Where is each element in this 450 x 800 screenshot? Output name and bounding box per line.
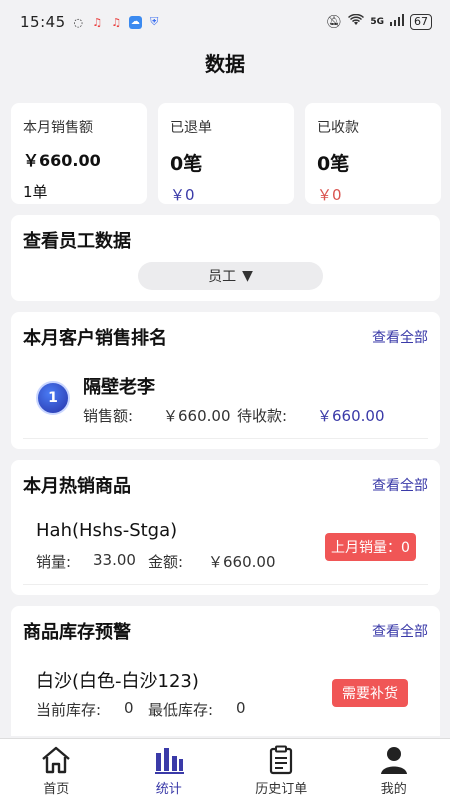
nav-label: 我的 xyxy=(380,782,407,797)
restock-tag[interactable]: 需要补货 xyxy=(332,679,408,707)
stat-label: 已退单 xyxy=(170,120,212,136)
product-stats-row: 销量: 33.00 金额: ￥660.00 xyxy=(36,551,276,572)
signal-icon xyxy=(390,14,404,30)
section-title: 本月客户销售排名 xyxy=(23,328,167,349)
last-month-sales-tag: 上月销量：0 xyxy=(325,533,416,561)
pending-label: 待收款: xyxy=(237,407,288,425)
section-header: 商品库存预警 查看全部 xyxy=(23,618,428,644)
hot-products-card: 本月热销商品 查看全部 Hah(Hshs-Stga) 销量: 33.00 金额:… xyxy=(11,460,440,595)
qty-value: 33.00 xyxy=(93,551,136,569)
status-bar: 15:45 ◌ ♫ ♫ ☁ ⛨ 🔕︎ 5G 67 xyxy=(0,0,450,44)
loading-icon: ◌ xyxy=(73,15,84,29)
product-name[interactable]: Hah(Hshs-Stga) xyxy=(36,520,177,541)
sales-label: 销售额: xyxy=(83,407,134,425)
min-stock-label: 最低库存: xyxy=(148,701,214,719)
amount-value: ￥660.00 xyxy=(208,553,276,571)
nav-item-history-orders[interactable]: 历史订单 xyxy=(225,739,338,800)
product-name[interactable]: 白沙(白色-白沙123) xyxy=(36,667,199,693)
view-all-link[interactable]: 查看全部 xyxy=(372,327,428,347)
status-left: 15:45 ◌ ♫ ♫ ☁ ⛨ xyxy=(20,13,161,31)
divider xyxy=(23,584,428,585)
rank-badge: 1 xyxy=(36,381,70,415)
qty-label: 销量: xyxy=(36,553,72,571)
status-time: 15:45 xyxy=(20,13,66,31)
user-icon xyxy=(380,747,407,774)
section-title: 查看员工数据 xyxy=(23,231,131,252)
battery-level: 67 xyxy=(410,14,432,30)
customer-name[interactable]: 隔壁老李 xyxy=(83,373,155,399)
clipboard-icon xyxy=(270,745,293,775)
section-title: 本月热销商品 xyxy=(23,476,131,497)
nav-label: 统计 xyxy=(155,782,182,797)
stat-label: 本月销售额 xyxy=(23,120,93,136)
section-header: 本月热销商品 查看全部 xyxy=(23,472,428,498)
section-header: 本月客户销售排名 查看全部 xyxy=(23,324,428,350)
stock-stats-row: 当前库存: 0 最低库存: 0 xyxy=(36,699,246,720)
stat-card-received[interactable]: 已收款 0笔 ￥0 xyxy=(305,103,441,204)
stat-card-refunds[interactable]: 已退单 0笔 ￥0 xyxy=(158,103,294,204)
stat-label: 已收款 xyxy=(317,120,359,136)
amount-label: 金额: xyxy=(148,553,184,571)
nav-item-mine[interactable]: 我的 xyxy=(338,739,450,800)
page-title: 数据 xyxy=(205,52,245,76)
section-title: 商品库存预警 xyxy=(23,622,131,643)
home-icon xyxy=(42,746,71,774)
pending-value: ￥660.00 xyxy=(317,407,385,425)
stat-card-monthly-sales[interactable]: 本月销售额 ￥660.00 1单 xyxy=(11,103,147,204)
stat-sub: 1单 xyxy=(23,183,48,201)
mute-icon: 🔕︎ xyxy=(325,14,343,30)
divider xyxy=(23,438,428,439)
employee-select-value: 员工 xyxy=(208,269,237,285)
nav-label: 历史订单 xyxy=(255,782,308,797)
stat-value: 0笔 xyxy=(170,153,203,175)
min-stock-value: 0 xyxy=(236,699,246,717)
current-stock-label: 当前库存: xyxy=(36,701,102,719)
music-icon-2: ♫ xyxy=(111,15,122,29)
stat-value: 0笔 xyxy=(317,153,350,175)
cloud-icon: ☁ xyxy=(128,15,142,29)
rank-number: 1 xyxy=(36,381,70,415)
stock-alert-card: 商品库存预警 查看全部 白沙(白色-白沙123) 当前库存: 0 最低库存: 0… xyxy=(11,606,440,736)
nav-label: 首页 xyxy=(43,782,70,797)
music-icon: ♫ xyxy=(92,15,103,29)
employee-data-card: 查看员工数据 员工 ▼ xyxy=(11,215,440,301)
network-type: 5G xyxy=(370,17,384,27)
wifi-icon xyxy=(348,13,365,30)
employee-select[interactable]: 员工 ▼ xyxy=(138,262,323,290)
customer-stats-row: 销售额: ￥660.00 待收款: ￥660.00 xyxy=(83,405,385,426)
stat-sub: ￥0 xyxy=(170,186,195,204)
bottom-nav: 首页 统计 历史订单 我的 xyxy=(0,738,450,800)
bar-chart-icon xyxy=(154,748,184,774)
dropdown-arrow-icon: ▼ xyxy=(242,268,253,284)
current-stock-value: 0 xyxy=(124,699,134,717)
sales-value: ￥660.00 xyxy=(163,407,231,425)
shield-icon: ⛨ xyxy=(150,15,159,28)
nav-item-stats[interactable]: 统计 xyxy=(113,739,226,800)
status-right: 🔕︎ 5G 67 xyxy=(325,13,432,30)
customer-rank-card: 本月客户销售排名 查看全部 1 隔壁老李 销售额: ￥660.00 待收款: ￥… xyxy=(11,312,440,449)
stat-sub: ￥0 xyxy=(317,186,342,204)
view-all-link[interactable]: 查看全部 xyxy=(372,475,428,495)
stat-value: ￥660.00 xyxy=(23,151,101,170)
view-all-link[interactable]: 查看全部 xyxy=(372,621,428,641)
nav-item-home[interactable]: 首页 xyxy=(0,739,113,800)
